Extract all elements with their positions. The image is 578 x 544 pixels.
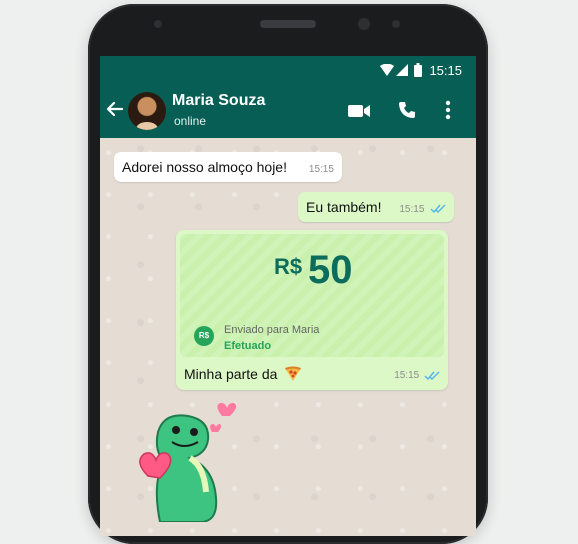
pizza-icon <box>285 366 302 381</box>
earpiece-speaker <box>260 20 316 28</box>
caption-text: Minha parte da <box>184 366 278 382</box>
double-check-icon <box>424 371 440 380</box>
front-camera <box>358 18 370 30</box>
message-time: 15:15 <box>308 164 334 175</box>
chat-screen: 15:15 Maria Souza online Adorei nosso al… <box>100 56 476 536</box>
payment-card[interactable]: R$ 50 R$ Enviado para Maria Efetuado <box>180 234 444 357</box>
payment-status: Efetuado <box>224 340 272 352</box>
double-check-icon <box>430 204 446 213</box>
wifi-icon <box>380 64 394 76</box>
battery-icon <box>414 63 422 77</box>
payment-amount: 50 <box>308 248 353 292</box>
payment-message[interactable]: R$ 50 R$ Enviado para Maria Efetuado Min… <box>176 230 448 390</box>
contact-name[interactable]: Maria Souza <box>172 92 265 110</box>
payment-badge-icon: R$ <box>194 326 214 346</box>
proximity-sensor <box>154 20 162 28</box>
phone-icon[interactable] <box>398 101 416 119</box>
outgoing-message[interactable]: Eu também! 15:15 <box>298 192 455 222</box>
message-time: 15:15 <box>394 370 420 381</box>
avatar[interactable] <box>128 92 166 130</box>
more-vert-icon[interactable] <box>445 100 451 120</box>
payment-time-wrap: 15:15 <box>394 370 440 381</box>
payment-recipient: Enviado para Maria <box>224 324 320 336</box>
message-time: 15:15 <box>399 204 425 215</box>
contact-status: online <box>174 114 207 128</box>
incoming-message[interactable]: Adorei nosso almoço hoje! 15:15 <box>114 152 342 182</box>
dinosaur-sticker-icon[interactable] <box>130 402 242 522</box>
video-call-icon[interactable] <box>348 104 370 118</box>
chat-header: Maria Souza online <box>100 84 476 138</box>
payment-caption: Minha parte da <box>184 366 302 382</box>
status-time: 15:15 <box>429 63 462 78</box>
payment-currency: R$ <box>274 254 303 279</box>
light-sensor <box>392 20 400 28</box>
message-text: Eu também! <box>306 199 382 215</box>
phone-frame: 15:15 Maria Souza online Adorei nosso al… <box>88 4 488 544</box>
arrow-left-icon[interactable] <box>106 100 124 118</box>
signal-icon <box>396 64 408 76</box>
message-text: Adorei nosso almoço hoje! <box>122 159 287 175</box>
status-bar: 15:15 <box>100 56 476 84</box>
